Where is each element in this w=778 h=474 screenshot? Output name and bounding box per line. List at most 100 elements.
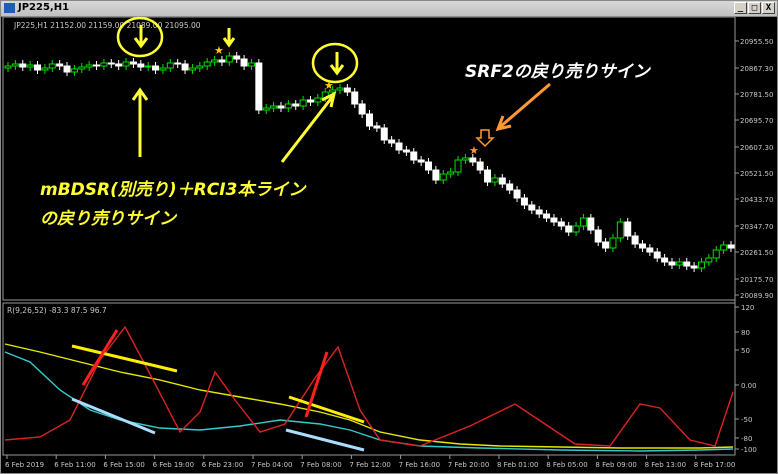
candle-body xyxy=(306,99,314,103)
candle-body xyxy=(373,125,381,129)
candle-body xyxy=(270,105,278,109)
candle-body xyxy=(447,171,455,175)
chart-canvas[interactable]: 20955.50 20867.30 20781.50 20695.70 20607.30… xyxy=(0,0,778,474)
candle-body xyxy=(203,61,211,67)
candle-body xyxy=(240,58,248,67)
time-label: 7 Feb 04:00 xyxy=(251,461,292,469)
candle-body xyxy=(557,221,565,227)
candle-body xyxy=(166,62,174,69)
time-label: 6 Feb 11:00 xyxy=(54,461,95,469)
blue-trendline-2 xyxy=(285,428,365,452)
candle-body xyxy=(587,217,595,231)
time-label: 8 Feb 09:00 xyxy=(595,461,636,469)
candle-body xyxy=(19,63,27,68)
candle-body xyxy=(218,59,226,63)
candle-body xyxy=(174,62,182,65)
level-label: -100 xyxy=(741,446,757,454)
time-label: 6 Feb 19:00 xyxy=(153,461,194,469)
candle-body xyxy=(461,157,469,161)
time-label: 6 Feb 15:00 xyxy=(103,461,144,469)
price-label: 20695.70 xyxy=(740,117,773,125)
candle-body xyxy=(137,63,145,68)
candle-body xyxy=(277,105,285,109)
candle-body xyxy=(690,265,698,269)
candles xyxy=(4,52,735,272)
time-label: 7 Feb 12:00 xyxy=(349,461,390,469)
candle-body xyxy=(70,68,78,73)
candle-body xyxy=(188,67,196,71)
candle-body xyxy=(402,149,410,153)
time-label: 6 Feb 23:00 xyxy=(202,461,243,469)
price-label: 20781.50 xyxy=(740,91,773,99)
candle-body xyxy=(653,251,661,259)
candle-body xyxy=(388,139,396,144)
candle-body xyxy=(78,66,86,70)
level-label: -80 xyxy=(741,435,752,443)
candle-body xyxy=(85,64,93,68)
annotation-text-left-1: mBDSR(別売り)＋RCI3本ライン xyxy=(40,180,307,200)
candle-body xyxy=(543,213,551,219)
time-label: 8 Feb 05:00 xyxy=(546,461,587,469)
candle-body xyxy=(181,63,189,71)
candle-body xyxy=(262,107,270,111)
candle-body xyxy=(661,257,669,263)
candle-body xyxy=(675,261,683,266)
candle-body xyxy=(609,237,617,249)
candle-body xyxy=(579,217,587,227)
price-label: 20433.70 xyxy=(740,196,773,204)
candle-body xyxy=(115,63,123,67)
candle-body xyxy=(550,217,558,223)
price-label: 20867.30 xyxy=(740,65,773,73)
candle-body xyxy=(152,65,160,71)
annotation-text-left-2: の戻り売りサイン xyxy=(40,209,178,229)
chart-info: JP225,H1 21152.00 21159.00 21089.00 2109… xyxy=(13,21,201,30)
indicator-info: R(9,26,52) -83.3 87.5 96.7 xyxy=(7,306,107,315)
candle-body xyxy=(454,159,462,173)
candle-body xyxy=(299,99,307,107)
level-label: 120 xyxy=(741,304,754,312)
level-label: 0.00 xyxy=(741,382,757,390)
candle-body xyxy=(668,261,676,266)
candle-body xyxy=(366,113,373,127)
candle-body xyxy=(491,177,499,183)
candle-body xyxy=(292,103,300,107)
blue-trendline-1 xyxy=(71,397,156,435)
candle-body xyxy=(56,63,64,67)
yellow-trendline-2 xyxy=(288,395,365,424)
candle-body xyxy=(284,103,292,109)
candle-body xyxy=(129,61,137,65)
candle-body xyxy=(351,91,359,105)
up-arrow-annotation xyxy=(131,87,149,157)
candle-body xyxy=(196,65,204,69)
candle-body xyxy=(410,151,418,161)
candle-body xyxy=(63,65,71,73)
time-label: 8 Feb 17:00 xyxy=(694,461,735,469)
candle-body xyxy=(343,87,351,93)
candle-body xyxy=(11,63,19,67)
candle-body xyxy=(247,62,255,67)
rci-mid-line xyxy=(4,351,734,452)
candle-body xyxy=(720,244,728,251)
star-icon: ★ xyxy=(324,79,334,92)
time-label: 6 Feb 2019 xyxy=(5,461,44,469)
star-icon: ★ xyxy=(469,144,479,157)
candle-body xyxy=(506,183,514,191)
candle-body xyxy=(535,209,543,215)
candle-body xyxy=(565,225,573,233)
candle-body xyxy=(26,64,34,68)
candle-body xyxy=(417,159,425,163)
candle-body xyxy=(314,97,322,103)
orange-arrow-annotation xyxy=(495,82,551,132)
candle-body xyxy=(476,161,484,171)
yellow-trendline-1 xyxy=(71,344,178,373)
candle-body xyxy=(336,87,344,91)
time-label: 7 Feb 20:00 xyxy=(448,461,489,469)
candle-body xyxy=(683,261,691,267)
candle-body xyxy=(107,62,115,65)
candle-body xyxy=(4,65,12,69)
candle-body xyxy=(122,61,130,67)
time-axis: 6 Feb 2019 6 Feb 11:00 6 Feb 15:00 6 Feb 19… xyxy=(5,455,735,469)
time-label: 8 Feb 01:00 xyxy=(497,461,538,469)
srf2-down-arrow-icon xyxy=(475,129,495,148)
rci-lines xyxy=(4,325,734,452)
